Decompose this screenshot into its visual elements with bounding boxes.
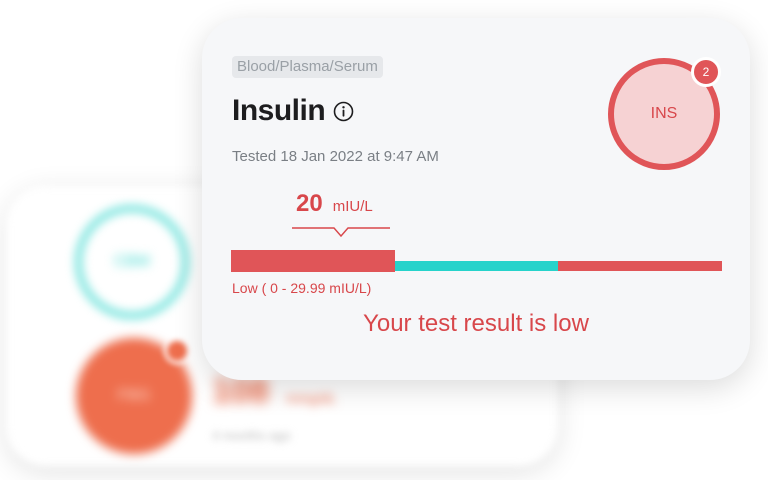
background-badge [164, 338, 190, 364]
test-code-label: INS [650, 105, 678, 122]
stage: CBM FBG 108 mmg/dL 4 months ago Blood/Pl… [0, 0, 768, 480]
range-segment-high [558, 261, 722, 271]
result-number: 20 [296, 190, 323, 217]
tested-timestamp: Tested 18 Jan 2022 at 9:47 AM [232, 148, 439, 165]
value-pointer-icon [292, 227, 390, 238]
background-unit: mmg/dL [286, 390, 337, 406]
test-title: Insulin [232, 94, 326, 127]
insulin-result-card[interactable]: Blood/Plasma/Serum Insulin Tested 18 Jan… [202, 18, 750, 380]
notification-count-badge: 2 [691, 57, 721, 87]
range-segment-normal [395, 261, 558, 271]
category-tag: Blood/Plasma/Serum [232, 56, 383, 78]
range-label: Low ( 0 - 29.99 mIU/L) [232, 280, 372, 296]
result-unit: mIU/L [332, 198, 373, 215]
info-icon[interactable] [333, 101, 354, 122]
range-segment-low [231, 250, 395, 272]
background-subtext: 4 months ago [212, 428, 291, 443]
background-ring-indicator: CBM [76, 206, 188, 318]
background-ring-label: CBM [114, 253, 150, 270]
background-circle-label: FBG [117, 387, 151, 404]
notification-count: 2 [702, 65, 710, 79]
result-value: 20 mIU/L [296, 190, 373, 218]
title-row: Insulin [232, 94, 354, 128]
result-message: Your test result is low [363, 310, 589, 337]
range-bar [231, 250, 723, 274]
